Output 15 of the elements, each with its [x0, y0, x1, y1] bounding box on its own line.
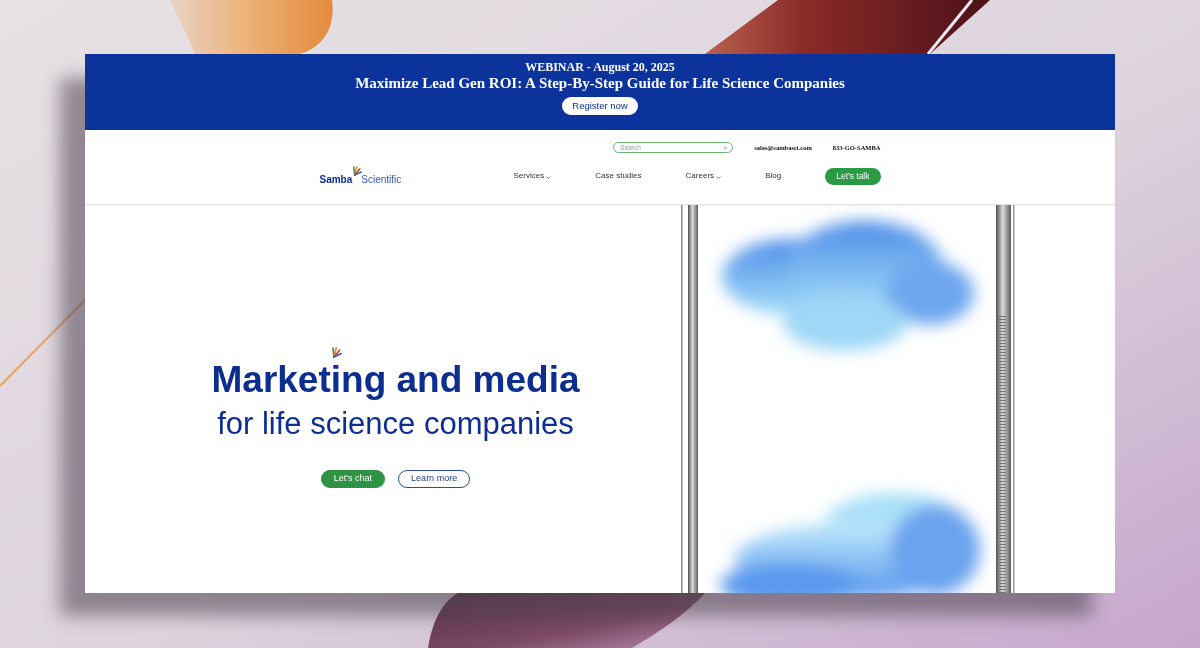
- fan-logo-icon: [329, 347, 342, 358]
- webinar-title: Maximize Lead Gen ROI: A Step-By-Step Guide for Life Science Companies: [355, 74, 845, 92]
- hero-subheading: for life science companies: [217, 406, 574, 442]
- webinar-date: WEBINAR - August 20, 2025: [525, 60, 675, 74]
- contact-button[interactable]: Let's talk: [825, 167, 881, 185]
- register-button[interactable]: Register now: [562, 97, 638, 115]
- fan-logo-icon: [351, 166, 363, 176]
- logo-link[interactable]: Samba Scientific: [319, 166, 402, 186]
- secondary-button[interactable]: Learn more: [398, 470, 471, 488]
- nav-link[interactable]: Careers: [685, 171, 722, 181]
- nav-link[interactable]: Services: [513, 171, 552, 181]
- primary-button[interactable]: Let's chat: [320, 470, 386, 488]
- nav-link[interactable]: Blog: [765, 171, 782, 181]
- nav-link[interactable]: Case studies: [595, 171, 642, 181]
- hero-heading: Marketing and media: [211, 358, 580, 402]
